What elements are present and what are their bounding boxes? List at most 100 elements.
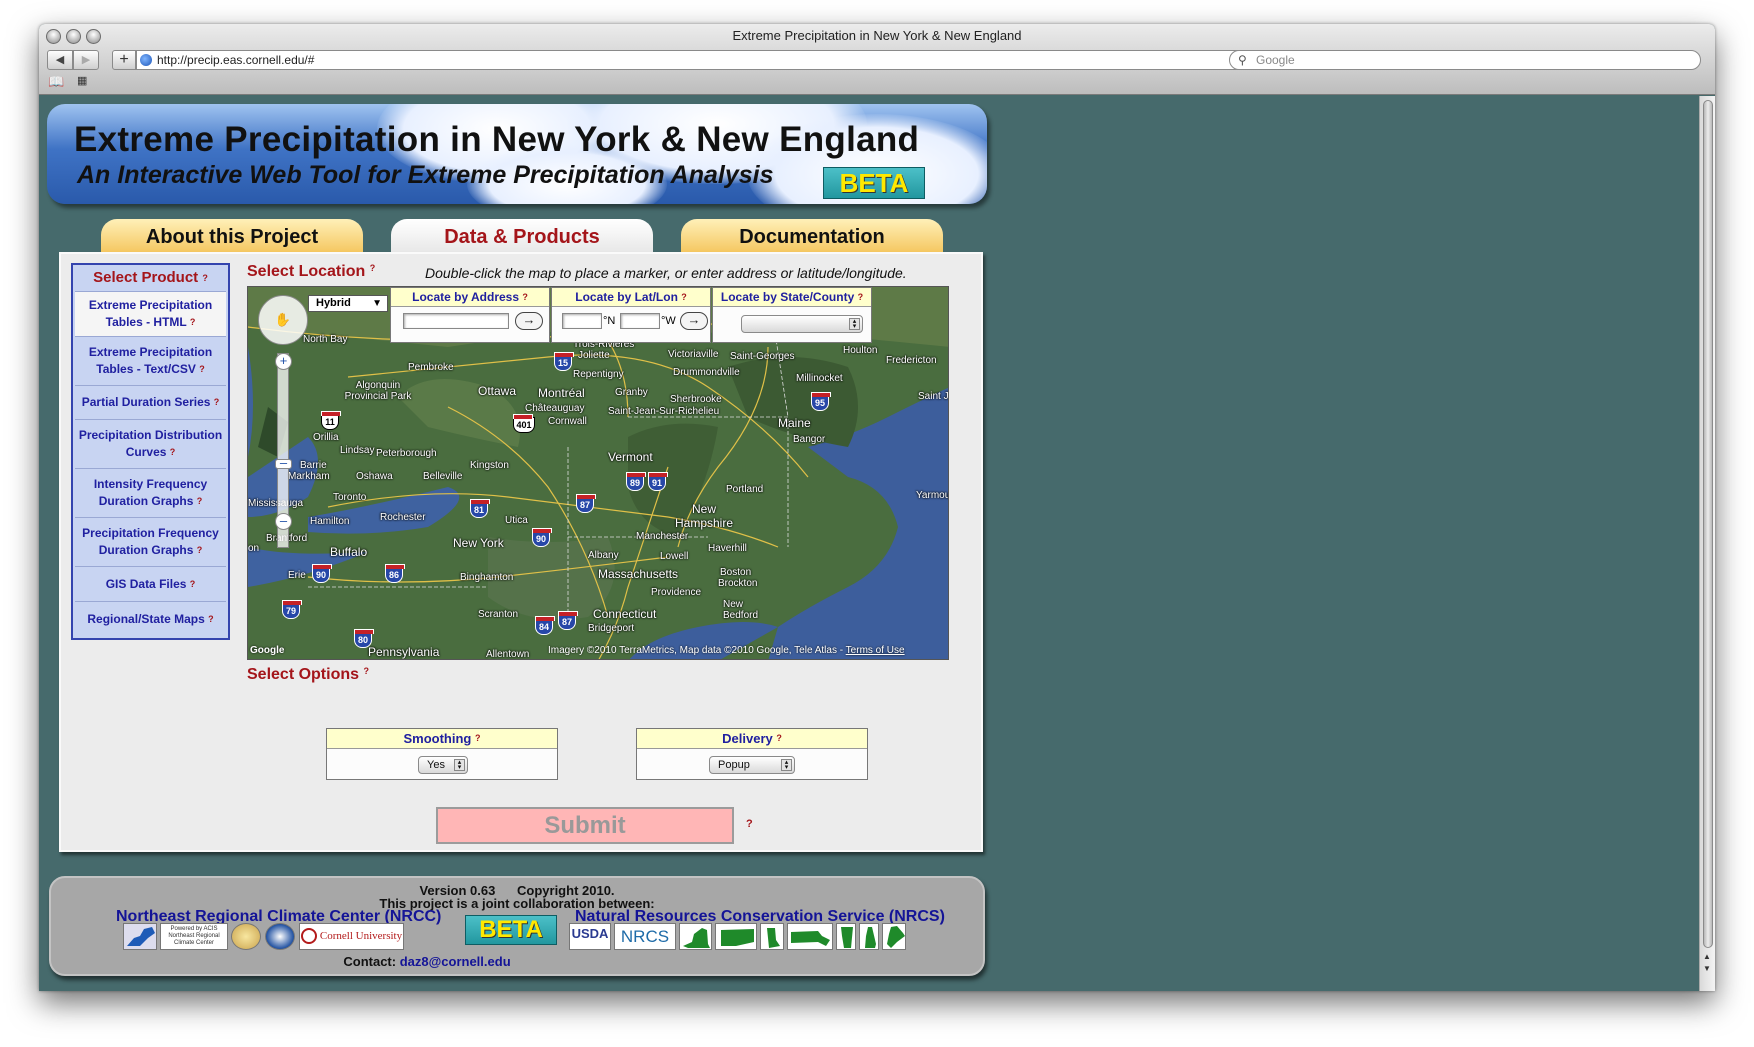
map-label: Saint-Georges	[730, 351, 795, 362]
zoom-out-button[interactable]: –	[275, 513, 292, 530]
sidebar-item-distribution-curves[interactable]: Precipitation Distribution Curves ?	[75, 419, 226, 468]
smoothing-select[interactable]: Yes ▴ ▾	[418, 756, 468, 774]
map-label: Orillia	[313, 432, 339, 443]
nws-seal-logo[interactable]	[231, 923, 261, 950]
scrollbar-thumb[interactable]	[1703, 100, 1713, 948]
acis-logo[interactable]: Powered by ACIS Northeast Regional Clima…	[160, 923, 228, 950]
help-icon[interactable]: ?	[522, 292, 528, 302]
help-icon[interactable]: ?	[199, 364, 205, 374]
vermont-state-icon[interactable]	[836, 923, 856, 950]
sidebar-item-regional-maps[interactable]: Regional/State Maps ?	[75, 601, 226, 636]
delivery-option-box: Delivery ? Popup ▴ ▾	[636, 728, 868, 780]
new-york-state-icon[interactable]	[679, 923, 712, 950]
map-label: Haverhill	[708, 543, 747, 554]
map-label: Scranton	[478, 609, 519, 620]
locate-by-state-box: Locate by State/County ? ▴ ▾	[712, 287, 872, 343]
page-viewport: Extreme Precipitation in New York & New …	[39, 96, 1699, 991]
maine-state-icon[interactable]	[882, 923, 906, 950]
smoothing-label: Smoothing ?	[327, 729, 557, 749]
interstate-shield: 95	[811, 392, 831, 411]
latitude-input[interactable]	[562, 313, 602, 329]
tab-data-products[interactable]: Data & Products	[391, 219, 653, 255]
browser-toolbar: Extreme Precipitation in New York & New …	[39, 24, 1715, 95]
nrcs-logo[interactable]: NRCS	[614, 923, 676, 950]
address-bar[interactable]: http://precip.eas.cornell.edu/# ↻	[136, 50, 1256, 70]
help-icon[interactable]: ?	[208, 614, 214, 624]
noaa-logo[interactable]	[265, 923, 295, 950]
map-label: Houlton	[843, 345, 878, 356]
bookmarks-book-icon[interactable]: 📖	[48, 74, 64, 90]
help-icon[interactable]: ?	[202, 273, 208, 283]
zoom-in-button[interactable]: +	[275, 353, 292, 370]
map-label: Massachusetts	[598, 567, 679, 581]
select-product-heading: Select Product ?	[93, 269, 208, 286]
longitude-input[interactable]	[620, 313, 660, 329]
rhode-island-state-icon[interactable]	[760, 923, 784, 950]
search-field[interactable]: ⚲ Google	[1229, 50, 1701, 70]
scroll-down-icon[interactable]: ▼	[1703, 964, 1711, 973]
help-icon[interactable]: ?	[681, 292, 687, 302]
sidebar-item-tables-html[interactable]: Extreme Precipitation Tables - HTML ?	[75, 291, 226, 336]
page: { "browser": { "window_title": "Extreme …	[0, 0, 1754, 1047]
map-label: on	[248, 543, 260, 554]
address-go-button[interactable]: →	[515, 312, 543, 330]
map-label: Pennsylvania	[368, 645, 440, 659]
forward-button[interactable]: ▶	[73, 50, 99, 70]
help-icon[interactable]: ?	[197, 496, 203, 506]
northeast-map-logo[interactable]	[123, 923, 157, 950]
help-icon[interactable]: ?	[858, 292, 864, 302]
map-label: Bangor	[793, 434, 826, 445]
help-icon[interactable]: ?	[190, 317, 196, 327]
sidebar-item-tables-csv[interactable]: Extreme Precipitation Tables - Text/CSV …	[75, 336, 226, 385]
contact-email-link[interactable]: daz8@cornell.edu	[400, 954, 511, 969]
zoom-slider-handle[interactable]: –	[275, 456, 292, 469]
address-input[interactable]	[403, 313, 509, 329]
google-logo[interactable]: Google	[250, 645, 284, 656]
help-icon[interactable]: ?	[170, 447, 176, 457]
tab-about-project[interactable]: About this Project	[101, 219, 363, 255]
submit-button[interactable]: Submit	[436, 807, 734, 844]
tab-documentation[interactable]: Documentation	[681, 219, 943, 255]
sidebar-item-idf-graphs[interactable]: Intensity Frequency Duration Graphs ?	[75, 468, 226, 517]
latlon-go-button[interactable]: →	[680, 312, 708, 330]
connecticut-state-icon[interactable]	[715, 923, 757, 950]
back-arrow-icon: ◀	[55, 54, 65, 66]
sidebar-item-gis-files[interactable]: GIS Data Files ?	[75, 566, 226, 601]
map-label: Rochester	[380, 512, 426, 523]
highway-shield: 401	[513, 414, 535, 433]
help-icon[interactable]: ?	[190, 579, 196, 589]
map-label: North Bay	[303, 334, 348, 345]
vertical-scrollbar[interactable]: ▲ ▼	[1699, 96, 1715, 991]
back-button[interactable]: ◀	[47, 50, 73, 70]
terms-of-use-link[interactable]: Terms of Use	[846, 645, 905, 656]
map-label: Mississauga	[248, 498, 304, 509]
massachusetts-state-icon[interactable]	[787, 923, 833, 950]
delivery-select[interactable]: Popup ▴ ▾	[709, 756, 795, 774]
map-type-select[interactable]: Hybrid ▼	[308, 295, 388, 312]
window-title: Extreme Precipitation in New York & New …	[732, 28, 1022, 43]
sidebar-item-partial-duration[interactable]: Partial Duration Series ?	[75, 385, 226, 419]
lat-unit: °N	[603, 315, 616, 327]
help-icon[interactable]: ?	[214, 397, 220, 407]
help-icon[interactable]: ?	[475, 733, 481, 743]
help-icon[interactable]: ?	[370, 263, 376, 273]
help-icon[interactable]: ?	[197, 545, 203, 555]
help-icon[interactable]: ?	[363, 666, 369, 676]
state-county-select[interactable]: ▴ ▾	[741, 315, 863, 333]
new-hampshire-state-icon[interactable]	[859, 923, 879, 950]
help-icon[interactable]: ?	[776, 733, 782, 743]
map-label: Saint Jo	[918, 391, 949, 402]
chevron-down-icon: ▼	[372, 298, 382, 309]
map-pan-control[interactable]: ✋	[258, 295, 308, 345]
map-label: Lindsay	[340, 445, 375, 456]
top-sites-grid-icon[interactable]: ▦	[77, 74, 87, 87]
site-title: Extreme Precipitation in New York & New …	[74, 120, 920, 159]
location-map[interactable]: Trois-Rivières Joliette Victoriaville Sa…	[247, 286, 949, 660]
sidebar-item-pfd-graphs[interactable]: Precipitation Frequency Duration Graphs …	[75, 517, 226, 566]
usda-logo[interactable]: USDA	[569, 923, 611, 950]
cornell-logo[interactable]: Cornell University	[299, 923, 404, 950]
add-bookmark-button[interactable]: +	[112, 50, 136, 70]
search-icon: ⚲	[1238, 53, 1247, 67]
help-icon[interactable]: ?	[746, 818, 753, 830]
scroll-up-icon[interactable]: ▲	[1703, 952, 1711, 961]
